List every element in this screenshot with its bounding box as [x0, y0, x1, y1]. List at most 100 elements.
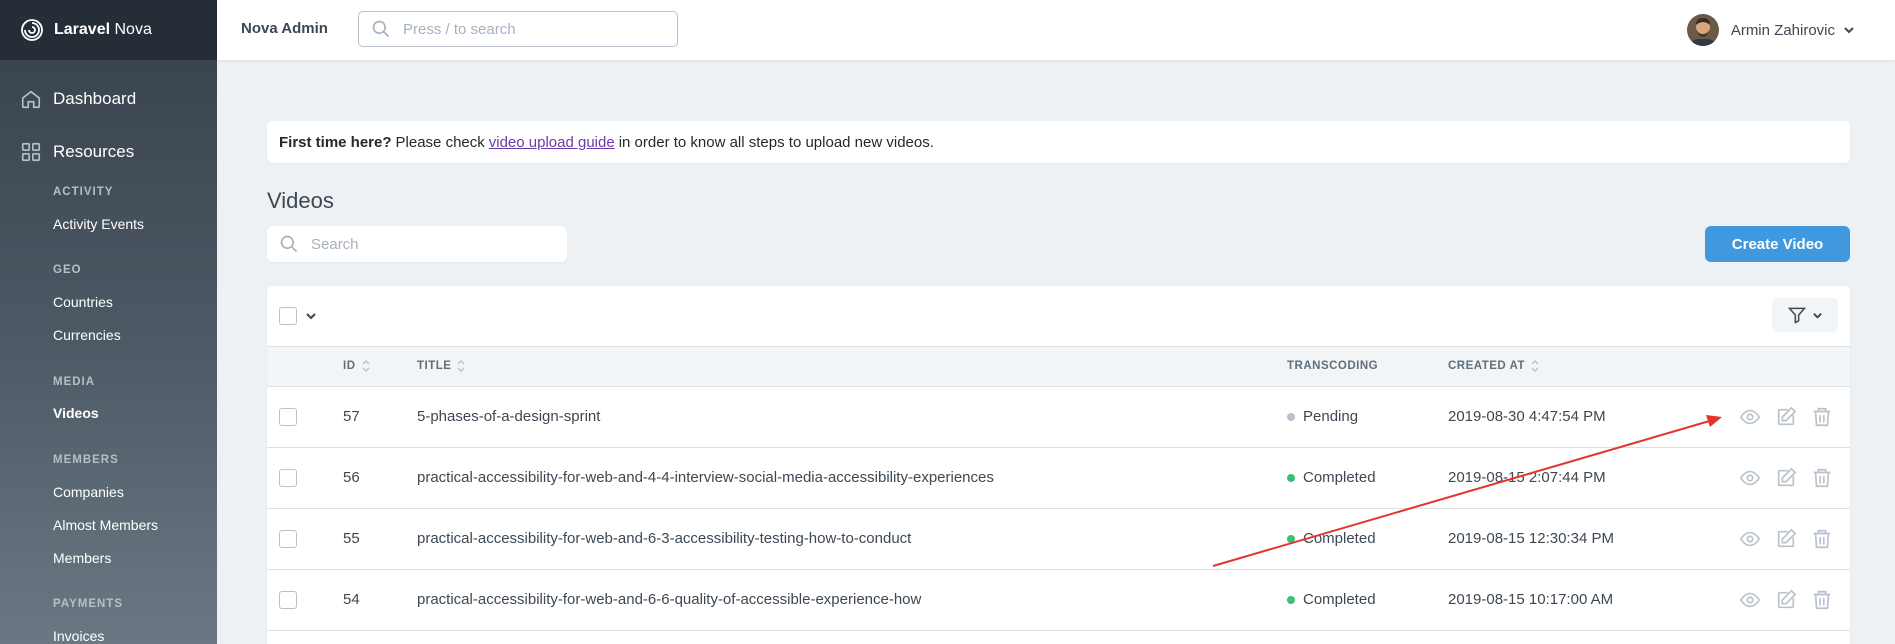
- sidebar: Laravel Nova Dashboard Resources Activit…: [0, 0, 217, 644]
- status-label: Completed: [1303, 469, 1376, 486]
- sidebar-item-currencies[interactable]: Currencies: [53, 327, 121, 343]
- edit-button[interactable]: [1775, 589, 1797, 611]
- row-checkbox[interactable]: [279, 530, 297, 548]
- notice-text-before: Please check: [395, 133, 485, 151]
- edit-icon: [1777, 406, 1797, 426]
- status-label: Completed: [1303, 591, 1376, 608]
- column-header-transcoding: TRANSCODING: [1287, 360, 1379, 372]
- chevron-down-icon[interactable]: [305, 310, 317, 322]
- cell-id: 54: [343, 591, 360, 608]
- grid-icon: [21, 142, 41, 162]
- cell-title: practical-accessibility-for-web-and-4-4-…: [417, 469, 994, 486]
- page-title: Videos: [267, 188, 334, 213]
- row-actions: [1725, 528, 1833, 550]
- cell-id: 55: [343, 530, 360, 547]
- status-label: Completed: [1303, 530, 1376, 547]
- app-name[interactable]: Nova Admin: [241, 20, 328, 37]
- cell-transcoding: Completed: [1287, 469, 1376, 486]
- resource-table-card: ID TITLE TRANSCODING CREATED AT 57 5-pha…: [267, 286, 1850, 644]
- notice-bold: First time here?: [279, 133, 392, 151]
- nova-logo-icon: [21, 19, 43, 41]
- row-checkbox[interactable]: [279, 591, 297, 609]
- avatar[interactable]: [1686, 14, 1719, 46]
- sidebar-item-companies[interactable]: Companies: [53, 484, 124, 500]
- cell-created-at: 2019-08-30 4:47:54 PM: [1448, 408, 1606, 425]
- resource-search[interactable]: [267, 226, 567, 262]
- row-actions: [1725, 467, 1833, 489]
- table-row: 57 5-phases-of-a-design-sprint Pending 2…: [267, 387, 1850, 448]
- sidebar-group-members: Members: [53, 454, 119, 466]
- video-upload-guide-link[interactable]: video upload guide: [489, 134, 615, 151]
- home-icon: [21, 90, 41, 109]
- search-icon: [372, 20, 390, 38]
- edit-button[interactable]: [1775, 528, 1797, 550]
- table-row: 55 practical-accessibility-for-web-and-6…: [267, 509, 1850, 570]
- edit-button[interactable]: [1775, 467, 1797, 489]
- column-header-title[interactable]: TITLE: [417, 360, 465, 372]
- cell-transcoding: Completed: [1287, 591, 1376, 608]
- row-checkbox[interactable]: [279, 469, 297, 487]
- brand[interactable]: Laravel Nova: [0, 0, 217, 60]
- cell-created-at: 2019-08-15 12:30:34 PM: [1448, 530, 1614, 547]
- table-header: ID TITLE TRANSCODING CREATED AT: [267, 346, 1850, 387]
- sidebar-item-almost-members[interactable]: Almost Members: [53, 517, 158, 533]
- global-search-input[interactable]: [403, 20, 663, 38]
- user-name: Armin Zahirovic: [1730, 21, 1835, 39]
- cell-title: practical-accessibility-for-web-and-6-3-…: [417, 530, 912, 547]
- select-all-checkbox[interactable]: [279, 307, 297, 325]
- sidebar-item-members[interactable]: Members: [53, 550, 111, 566]
- sidebar-group-media: Media: [53, 376, 96, 388]
- table-toolbar: [267, 286, 1850, 346]
- chevron-down-icon: [1844, 27, 1854, 34]
- edit-icon: [1777, 467, 1797, 487]
- edit-icon: [1777, 589, 1797, 609]
- cell-created-at: 2019-08-15 2:07:44 PM: [1448, 469, 1606, 486]
- brand-name: Laravel Nova: [54, 21, 152, 38]
- sidebar-item-resources[interactable]: Resources: [20, 141, 134, 163]
- delete-icon: [1813, 529, 1831, 549]
- status-dot-pending: [1287, 412, 1295, 421]
- cell-id: 56: [343, 469, 360, 486]
- row-checkbox[interactable]: [279, 408, 297, 426]
- delete-button[interactable]: [1811, 467, 1833, 489]
- row-actions: [1725, 406, 1833, 428]
- sidebar-item-countries[interactable]: Countries: [53, 294, 113, 310]
- view-button[interactable]: [1739, 467, 1761, 489]
- delete-button[interactable]: [1811, 528, 1833, 550]
- column-header-id[interactable]: ID: [343, 360, 370, 372]
- top-header: Nova Admin Armin Zahirovic: [217, 0, 1895, 60]
- status-label: Pending: [1303, 408, 1359, 425]
- sidebar-item-label: Resources: [53, 142, 135, 161]
- sort-icon: [1531, 360, 1539, 372]
- notice-text-after: in order to know all steps to upload new…: [618, 133, 934, 151]
- delete-button[interactable]: [1811, 589, 1833, 611]
- edit-icon: [1777, 528, 1797, 548]
- view-button[interactable]: [1739, 589, 1761, 611]
- edit-button[interactable]: [1775, 406, 1797, 428]
- sidebar-item-activity-events[interactable]: Activity Events: [53, 216, 144, 232]
- view-icon: [1739, 531, 1761, 547]
- sidebar-item-invoices[interactable]: Invoices: [53, 628, 104, 644]
- delete-icon: [1813, 407, 1831, 427]
- column-header-created-at[interactable]: CREATED AT: [1448, 360, 1539, 372]
- delete-button[interactable]: [1811, 406, 1833, 428]
- sidebar-item-dashboard[interactable]: Dashboard: [20, 88, 136, 110]
- view-button[interactable]: [1739, 528, 1761, 550]
- sort-icon: [457, 360, 465, 372]
- cell-transcoding: Pending: [1287, 408, 1358, 425]
- create-video-button[interactable]: Create Video: [1705, 226, 1850, 262]
- cell-id: 57: [343, 408, 360, 425]
- view-button[interactable]: [1739, 406, 1761, 428]
- global-search[interactable]: [358, 11, 678, 47]
- delete-icon: [1813, 468, 1831, 488]
- sidebar-group-payments: Payments: [53, 598, 123, 610]
- user-menu[interactable]: Armin Zahirovic: [1686, 14, 1855, 46]
- table-row: 54 practical-accessibility-for-web-and-6…: [267, 570, 1850, 631]
- sidebar-item-videos[interactable]: Videos: [53, 405, 99, 421]
- sidebar-item-label: Dashboard: [53, 89, 137, 108]
- resource-search-input[interactable]: [311, 235, 551, 253]
- view-icon: [1739, 592, 1761, 608]
- table-row: 56 practical-accessibility-for-web-and-4…: [267, 448, 1850, 509]
- filter-button[interactable]: [1772, 298, 1838, 332]
- cell-title: 5-phases-of-a-design-sprint: [417, 408, 601, 425]
